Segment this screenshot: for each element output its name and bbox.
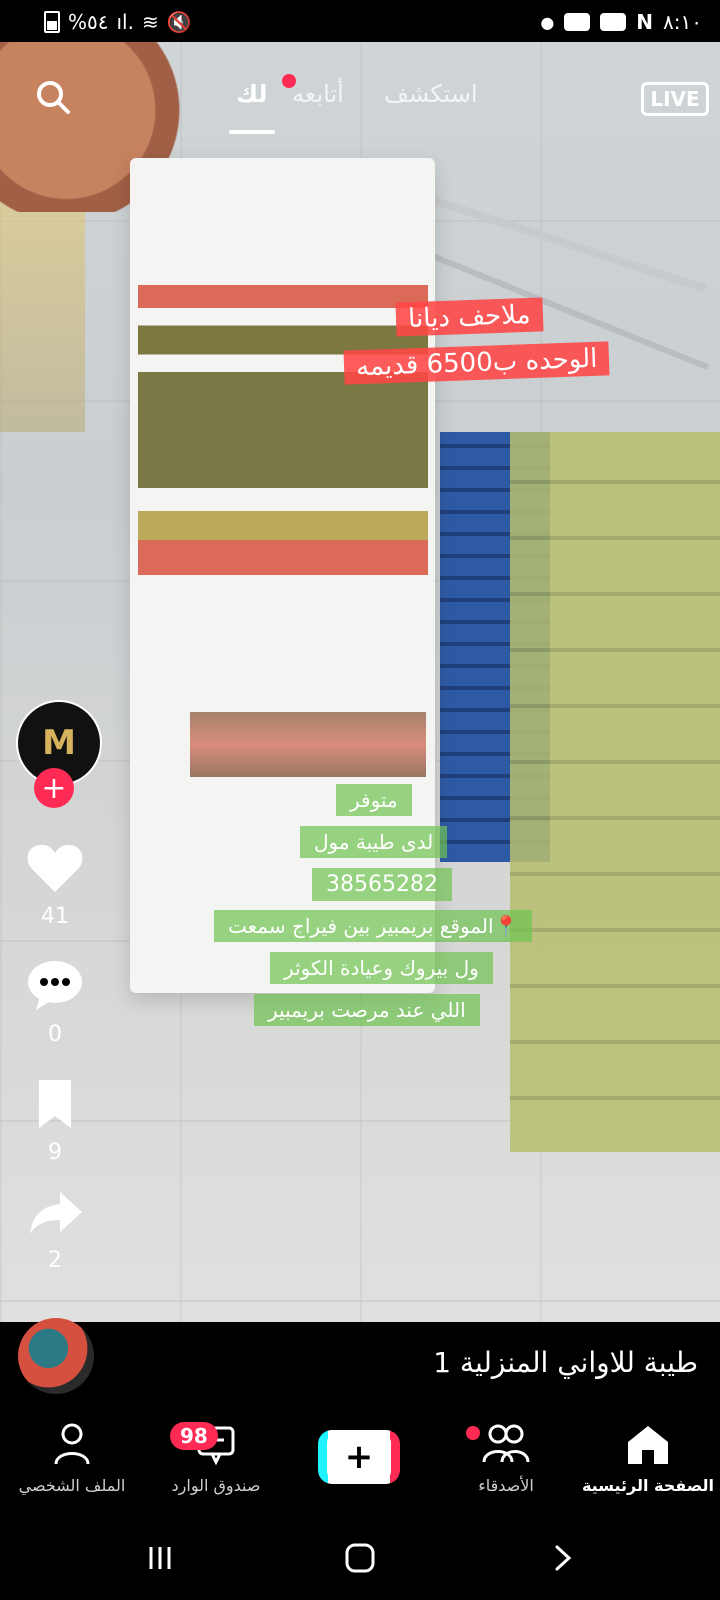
overlay-line-5: ول بيروك وعيادة الكوثر bbox=[270, 952, 493, 984]
heart-icon bbox=[27, 844, 83, 892]
signal-icon: ıl. bbox=[116, 10, 134, 34]
share-icon bbox=[30, 1192, 82, 1234]
tab-explore[interactable]: استكشف bbox=[384, 80, 478, 108]
nav-profile[interactable]: الملف الشخصي bbox=[2, 1422, 142, 1495]
overlay-phone: 38565282 bbox=[312, 868, 452, 901]
nav-profile-label: الملف الشخصي bbox=[18, 1476, 126, 1495]
system-nav-bar bbox=[0, 1522, 720, 1600]
status-left: %٥٤ ıl. ≋ 🔇 bbox=[44, 10, 192, 34]
status-bar: %٥٤ ıl. ≋ 🔇 ● N ٨:١٠ bbox=[0, 0, 720, 42]
fabric-pattern-band-2 bbox=[190, 712, 426, 777]
sound-avatar[interactable] bbox=[18, 1318, 94, 1394]
home-icon bbox=[628, 1426, 668, 1464]
home-system-button[interactable] bbox=[330, 1538, 390, 1578]
active-tab-indicator bbox=[229, 130, 275, 134]
share-action[interactable]: 2 bbox=[0, 1186, 110, 1273]
mute-icon: 🔇 bbox=[166, 10, 192, 34]
comment-action[interactable]: 0 bbox=[0, 960, 110, 1047]
chevron-right-icon bbox=[555, 1545, 572, 1571]
status-time: ٨:١٠ bbox=[663, 10, 702, 34]
plus-icon: + bbox=[327, 1433, 391, 1481]
nav-friends-label: الأصدقاء bbox=[478, 1476, 534, 1495]
tab-for-you[interactable]: لك bbox=[236, 80, 267, 108]
save-action[interactable]: 9 bbox=[0, 1078, 110, 1165]
netflix-icon: N bbox=[636, 10, 654, 34]
like-action[interactable]: 41 bbox=[0, 842, 110, 929]
friends-notification-dot bbox=[466, 1426, 480, 1440]
creator-logo-icon: M bbox=[42, 723, 76, 763]
youtube-icon bbox=[564, 13, 591, 31]
youtube-icon-2 bbox=[600, 13, 627, 31]
comment-icon bbox=[28, 961, 82, 1010]
recent-apps-button[interactable] bbox=[130, 1538, 190, 1578]
create-button[interactable]: + bbox=[318, 1430, 400, 1484]
nav-inbox-label: صندوق الوارد bbox=[171, 1476, 261, 1495]
overlay-line-4: 📍الموقع بريمبير بين فيراج سمعت bbox=[214, 910, 533, 942]
inbox-badge: 98 bbox=[170, 1422, 218, 1450]
battery-icon bbox=[44, 11, 60, 33]
save-count: 9 bbox=[48, 1140, 62, 1165]
battery-percent: %٥٤ bbox=[68, 10, 109, 34]
follow-button[interactable]: + bbox=[34, 768, 74, 808]
overlay-line-6: اللي عند مرصت بريمبير bbox=[254, 994, 480, 1026]
search-icon bbox=[37, 81, 70, 114]
friends-icon bbox=[482, 1424, 530, 1463]
background-shelf bbox=[0, 192, 85, 432]
status-right: ● N ٨:١٠ bbox=[540, 10, 702, 34]
comment-count: 0 bbox=[48, 1022, 62, 1047]
nav-home-label: الصفحة الرئيسية bbox=[581, 1476, 715, 1495]
overlay-line-1: متوفر bbox=[336, 784, 412, 816]
share-count: 2 bbox=[48, 1248, 62, 1273]
system-home-icon bbox=[345, 1543, 375, 1573]
overlay-title: ملاحف ديانا bbox=[395, 297, 544, 337]
like-count: 41 bbox=[41, 904, 69, 929]
nav-home[interactable]: الصفحة الرئيسية bbox=[578, 1422, 718, 1495]
live-button[interactable]: LIVE bbox=[640, 76, 710, 122]
overlay-line-2: لدى طيبة مول bbox=[300, 826, 448, 858]
wifi-icon: ≋ bbox=[141, 10, 159, 34]
top-tabs: لك أتابعه استكشف LIVE bbox=[0, 72, 720, 142]
profile-icon bbox=[54, 1423, 90, 1465]
back-system-button[interactable] bbox=[532, 1538, 592, 1578]
tab-following[interactable]: أتابعه bbox=[292, 80, 344, 108]
nav-friends[interactable]: الأصدقاء bbox=[436, 1422, 576, 1495]
notification-dot-icon: ● bbox=[540, 12, 555, 32]
search-button[interactable] bbox=[30, 74, 76, 120]
live-icon: LIVE bbox=[641, 82, 709, 116]
fabric-pattern-band bbox=[138, 285, 428, 575]
background-shoe-boxes bbox=[510, 432, 720, 1152]
video-caption[interactable]: طيبة للاواني المنزلية 1 bbox=[433, 1346, 698, 1379]
bookmark-icon bbox=[39, 1080, 71, 1128]
recent-apps-icon bbox=[149, 1547, 171, 1569]
